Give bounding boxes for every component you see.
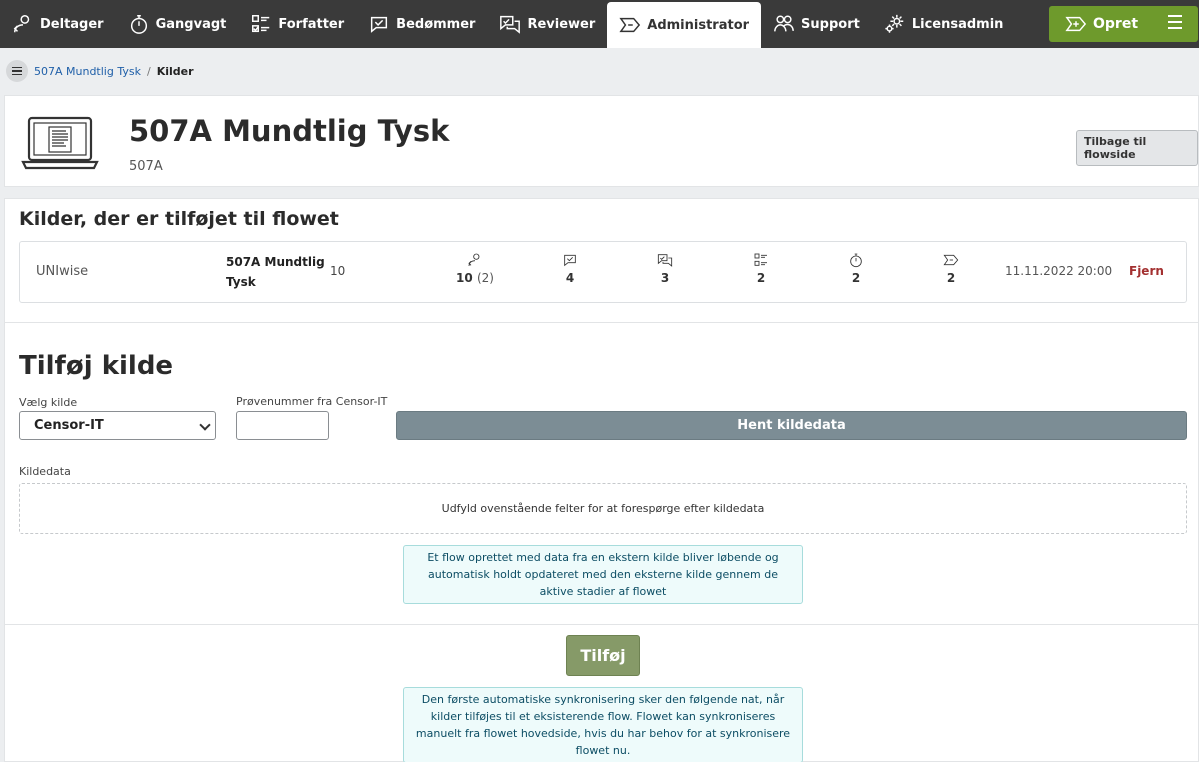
exam-number-label: Prøvenummer fra Censor-IT [236,395,388,408]
participant-icon [468,253,480,267]
source-row: UNIwise 507A Mundtlig Tysk 10 10 (2) 4 3… [19,241,1187,303]
authors-stat: 2 [741,252,781,285]
nav-item-licensadmin[interactable]: Licensadmin [872,0,1016,48]
section-divider [5,624,1199,625]
source-provider: UNIwise [36,264,89,279]
top-navigation: Deltager Gangvagt Forfatter Bedømmer Rev… [0,0,1199,48]
page-subtitle: 507A [129,159,163,174]
create-button-label: Opret [1093,16,1139,32]
participants-stat: 10 (2) [455,252,495,285]
add-source-button[interactable]: Tilføj [566,635,640,676]
nav-item-gangvagt[interactable]: Gangvagt [116,0,239,48]
reviewers-stat: 3 [645,252,685,285]
review-bubbles-icon [500,15,521,34]
hamburger-menu-icon[interactable] [1168,15,1182,29]
nav-item-label: Deltager [40,16,104,32]
checklist-icon [754,253,767,266]
support-people-icon [774,15,794,32]
nav-item-reviewer[interactable]: Reviewer [487,0,607,48]
source-name: 507A Mundtlig Tysk [226,255,325,289]
assess-bubble-icon [564,254,576,267]
fetch-source-data-button[interactable]: Hent kildedata [396,411,1187,440]
checklist-icon [252,15,270,33]
nav-item-label: Administrator [647,17,750,33]
nav-item-label: Bedømmer [396,16,476,32]
sources-section-title: Kilder, der er tilføjet til flowet [19,208,339,230]
admins-value: 2 [946,271,956,285]
nav-item-label: Gangvagt [155,16,227,32]
source-select[interactable]: Censor-IT [19,411,216,440]
assess-bubble-icon [371,16,388,33]
flow-header: 507A Mundtlig Tysk 507A Tilbage til flow… [4,95,1199,187]
source-count: 10 [330,264,346,278]
flow-tag-icon [619,17,641,33]
stopwatch-icon [850,253,862,268]
breadcrumb-current: Kilder [156,64,194,78]
chevron-down-icon [199,419,211,431]
nav-item-forfatter[interactable]: Forfatter [238,0,356,48]
source-data-placeholder: Udfyld ovenstående felter for at forespø… [19,483,1187,534]
nav-item-support[interactable]: Support [761,0,872,48]
invigilators-stat: 2 [836,252,876,285]
remove-source-button[interactable]: Fjern [1129,264,1164,278]
nav-item-administrator[interactable]: Administrator [607,2,762,48]
nav-item-deltager[interactable]: Deltager [0,0,116,48]
external-source-info: Et flow oprettet med data fra en ekstern… [403,545,803,604]
gears-icon [885,14,904,33]
exam-number-input[interactable] [236,411,329,440]
sync-info: Den første automatiske synkronisering sk… [403,687,803,762]
nav-item-label: Support [801,16,860,32]
back-to-flow-button[interactable]: Tilbage til flowside [1076,130,1198,166]
breadcrumb-parent-link[interactable]: 507A Mundtlig Tysk [34,65,141,78]
stopwatch-icon [130,15,147,34]
create-button[interactable]: Opret [1049,6,1198,42]
sources-panel: Kilder, der er tilføjet til flowet UNIwi… [4,198,1199,762]
participants-value: 10 [456,271,473,285]
flow-tag-icon [943,254,959,266]
breadcrumb: 507A Mundtlig Tysk / Kilder [0,48,1199,94]
reviewers-value: 3 [660,271,670,285]
source-date: 11.11.2022 20:00 [1005,264,1113,278]
source-data-label: Kildedata [19,465,71,478]
participant-icon [13,15,30,33]
breadcrumb-separator: / [146,64,151,78]
nav-item-label: Forfatter [278,16,345,32]
sidebar-toggle-button[interactable] [6,60,28,82]
authors-value: 2 [756,271,766,285]
nav-item-label: Licensadmin [911,16,1004,32]
select-source-label: Vælg kilde [19,396,78,409]
section-divider [5,322,1199,323]
add-source-title: Tilføj kilde [19,351,174,381]
assessors-stat: 4 [550,252,590,285]
laptop-icon [21,116,99,170]
admins-stat: 2 [931,252,971,285]
participants-extra: (2) [476,271,494,285]
invigilators-value: 2 [851,271,861,285]
page-title: 507A Mundtlig Tysk [129,114,450,148]
assessors-value: 4 [565,271,575,285]
create-flow-icon [1065,16,1087,32]
nav-item-label: Reviewer [527,16,596,32]
review-bubbles-icon [657,254,673,267]
source-select-value: Censor-IT [34,418,104,433]
nav-item-bedommer[interactable]: Bedømmer [356,0,487,48]
